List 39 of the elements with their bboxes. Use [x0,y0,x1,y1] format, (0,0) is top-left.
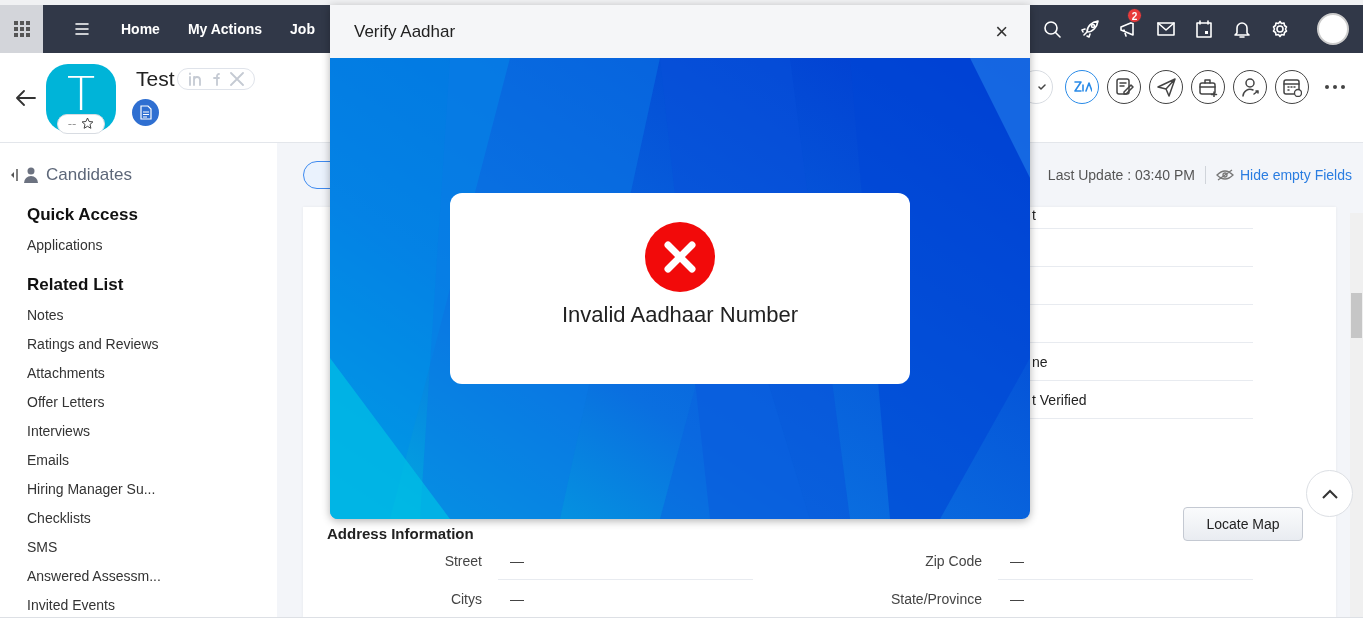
error-message: Invalid Aadhaar Number [562,302,798,328]
module-title: Candidates [46,165,132,185]
field-label: Zip Code [924,552,983,571]
section-heading: Address Information [327,525,474,542]
field-label: State/Province [889,590,983,609]
rating-chip[interactable]: -- [57,113,105,134]
rating-value: -- [67,117,77,130]
nav-tab[interactable]: Home [121,21,160,37]
field-label: Street [443,552,483,571]
dialog-title: Verify Aadhar [354,21,456,42]
field-value: t Verified [1031,391,1087,408]
sidebar-link[interactable]: Attachments [27,365,105,381]
sidebar-link[interactable]: Hiring Manager Su... [27,481,156,497]
sidebar-link[interactable]: Emails [27,452,69,468]
locate-map-button[interactable]: Locate Map [1183,506,1303,541]
field-label: Citys [449,590,483,609]
avatar: T -- [46,63,116,132]
sidebar-link[interactable]: Interviews [27,423,91,439]
notification-badge: 2 [1127,8,1142,23]
hide-empty-fields-link[interactable]: Hide empty Fields [1239,167,1352,183]
field-value: — [998,542,1253,580]
last-update-text: Last Update : 03:40 PM [1047,167,1195,183]
field-value: t [1031,207,1036,223]
sidebar-link[interactable]: Notes [27,307,64,323]
sidebar-link[interactable]: SMS [27,539,58,555]
record-name: Test [136,67,175,91]
sidebar-link[interactable]: Checklists [27,510,91,526]
field-value: ne [1031,353,1048,370]
sidebar-link[interactable]: Invited Events [27,597,115,613]
section-heading: Quick Access [27,205,139,225]
close-button[interactable]: × [995,20,1008,43]
sidebar-link[interactable]: Ratings and Reviews [27,336,159,352]
field-value: — [498,542,753,580]
sidebar-link[interactable]: Answered Assessm... [27,568,161,584]
sidebar-link[interactable]: Offer Letters [27,394,105,410]
section-heading: Related List [27,275,125,295]
nav-tab[interactable]: Job [290,21,315,37]
sidebar-link[interactable]: Applications [27,237,103,253]
nav-tab[interactable]: My Actions [187,21,263,37]
